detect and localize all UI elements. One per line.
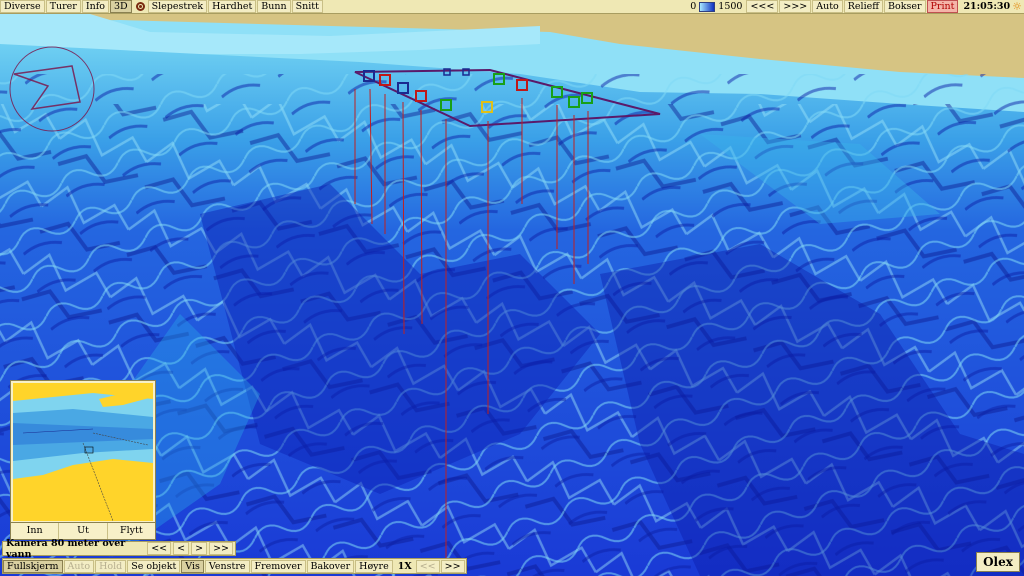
hold-button[interactable]: Hold [95, 559, 127, 573]
speed-indicator: 1X [397, 560, 412, 572]
forward-button[interactable]: Fremover [250, 559, 306, 573]
clock: 21:05:30 [963, 1, 1011, 12]
scale-min: 0 [690, 1, 697, 12]
camera-fast-forward-button[interactable]: >> [209, 542, 233, 555]
print-button[interactable]: Print [926, 0, 959, 13]
bokser-button[interactable]: Bokser [884, 0, 926, 13]
camera-forward-button[interactable]: > [191, 542, 208, 555]
slower-button[interactable]: << [415, 559, 440, 573]
target-icon[interactable] [135, 2, 145, 11]
backward-button[interactable]: Bakover [306, 559, 355, 573]
nav-forward-button[interactable]: >>> [779, 0, 812, 13]
menu-bunn[interactable]: Bunn [257, 0, 291, 13]
sun-icon[interactable]: ☼ [1012, 0, 1022, 13]
camera-label: Kamera 80 meter over vann [6, 537, 126, 560]
menu-slepestrek[interactable]: Slepestrek [147, 0, 208, 13]
minimap-controls: Inn Ut Flytt [11, 522, 155, 539]
depth-gradient-bar [699, 1, 716, 12]
left-button[interactable]: Venstre [204, 559, 250, 573]
relieff-button[interactable]: Relieff [843, 0, 884, 13]
faster-button[interactable]: >> [440, 559, 465, 573]
menu-diverse[interactable]: Diverse [0, 0, 45, 13]
menu-turer[interactable]: Turer [45, 0, 81, 13]
top-toolbar: Diverse Turer Info 3D Slepestrek Hardhet… [0, 0, 1024, 14]
nav-back-button[interactable]: <<< [746, 0, 779, 13]
menu-hardhet[interactable]: Hardhet [208, 0, 257, 13]
camera-back-button[interactable]: < [173, 542, 190, 555]
bottom-toolbar: Fullskjerm Auto Hold Se objekt Vis Venst… [2, 558, 467, 574]
auto-mode-button[interactable]: Auto [63, 559, 95, 573]
fullscreen-button[interactable]: Fullskjerm [3, 559, 63, 573]
top-right-controls: 0 1500 <<< >>> Auto Relieff Bokser Print… [690, 0, 1024, 13]
camera-fast-back-button[interactable]: << [147, 542, 172, 555]
auto-button[interactable]: Auto [812, 0, 843, 13]
menu-3d[interactable]: 3D [109, 0, 132, 13]
minimap-chart[interactable] [13, 383, 153, 521]
menu-info[interactable]: Info [81, 0, 109, 13]
menu-snitt[interactable]: Snitt [291, 0, 323, 13]
show-button[interactable]: Vis [181, 559, 204, 573]
olex-logo-button[interactable]: Olex [976, 552, 1020, 572]
overview-minimap[interactable]: Inn Ut Flytt [10, 380, 156, 540]
camera-bar: Kamera 80 meter over vann << < > >> [2, 538, 236, 560]
see-object-button[interactable]: Se objekt [127, 559, 181, 573]
depth-scale[interactable]: 0 1500 [690, 1, 742, 12]
scale-max: 1500 [718, 1, 743, 12]
right-button[interactable]: Høyre [355, 559, 393, 573]
